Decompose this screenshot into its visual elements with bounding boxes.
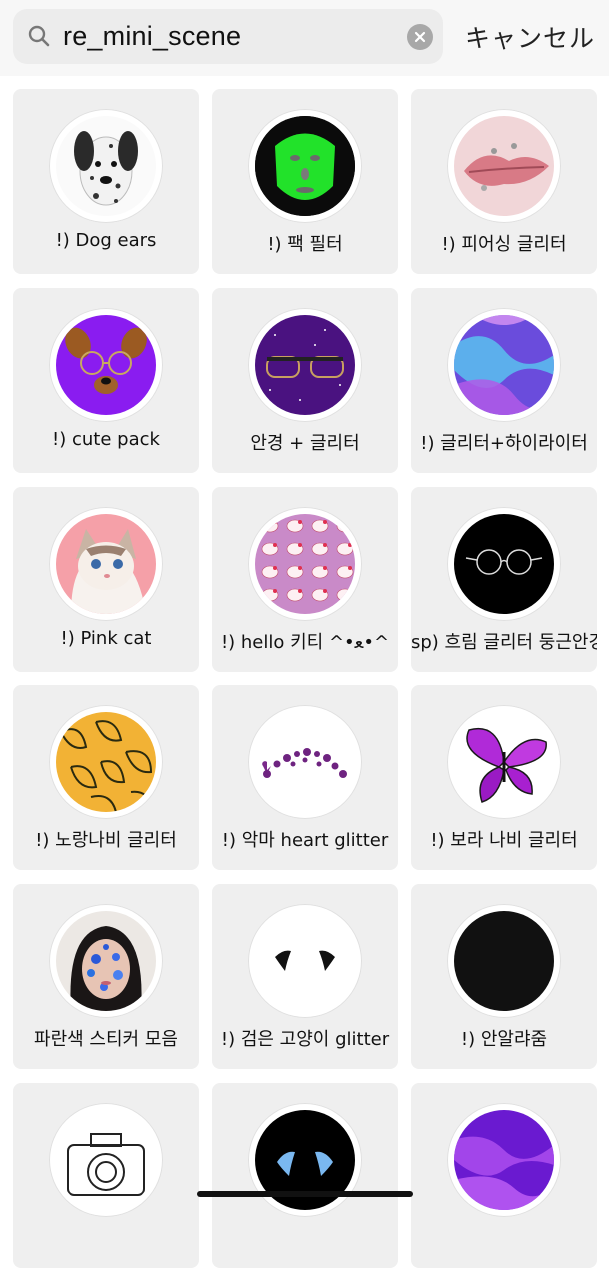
filter-label: !) 악마 heart glitter — [221, 830, 389, 851]
purple-liquid-icon — [454, 1110, 554, 1210]
filter-thumbnail — [447, 109, 561, 223]
filter-card[interactable]: !) 글리터+하이라이터 — [411, 288, 597, 473]
filter-thumbnail — [49, 308, 163, 422]
filter-label: !) 보라 나비 글리터 — [430, 830, 578, 851]
pink-cat-icon — [56, 514, 156, 614]
filter-card[interactable]: !) Pink cat — [13, 487, 199, 672]
heart-crown-icon — [255, 712, 355, 812]
filter-card[interactable]: 안경 + 글리터 — [212, 288, 398, 473]
yellow-butterfly-pattern-icon — [56, 712, 156, 812]
black-cat-ears-icon — [255, 911, 355, 1011]
hello-kitty-pattern-icon — [255, 514, 355, 614]
filter-card[interactable]: !) Dog ears — [13, 89, 199, 274]
filter-card[interactable]: 파란색 스티커 모음 — [13, 884, 199, 1069]
filter-card[interactable]: !) 피어싱 글리터 — [411, 89, 597, 274]
black-circle-icon — [454, 911, 554, 1011]
search-input[interactable]: re_mini_scene — [63, 21, 241, 52]
filter-thumbnail — [248, 109, 362, 223]
green-face-mask-icon — [255, 116, 355, 216]
filter-thumbnail — [248, 308, 362, 422]
filter-label: !) 글리터+하이라이터 — [420, 433, 588, 454]
filter-label: 파란색 스티커 모음 — [34, 1029, 178, 1050]
holographic-swirl-icon — [454, 315, 554, 415]
filter-card[interactable]: !) cute pack — [13, 288, 199, 473]
filter-label: !) 노랑나비 글리터 — [35, 830, 177, 851]
filter-thumbnail — [49, 507, 163, 621]
filter-label: !) 검은 고양이 glitter — [220, 1029, 390, 1050]
filter-label: 안경 + 글리터 — [250, 433, 360, 454]
filter-card[interactable]: !) 검은 고양이 glitter — [212, 884, 398, 1069]
filter-card[interactable] — [13, 1083, 199, 1268]
results-grid: !) Dog ears !) 팩 필터 !) 피어싱 글리터 !) cute p… — [0, 0, 609, 1268]
filter-card[interactable]: !) 노랑나비 글리터 — [13, 685, 199, 870]
filter-card[interactable]: !) 악마 heart glitter — [212, 685, 398, 870]
filter-thumbnail — [447, 705, 561, 819]
filter-thumbnail — [447, 904, 561, 1018]
clear-search-button[interactable] — [407, 24, 433, 50]
glasses-glitter-icon — [255, 315, 355, 415]
filter-card[interactable] — [411, 1083, 597, 1268]
filter-label: !) 안알랴줌 — [460, 1029, 548, 1050]
pierced-lips-icon — [454, 116, 554, 216]
home-indicator[interactable] — [197, 1191, 413, 1197]
filter-card[interactable]: !) hello 키티 ^•ﻌ•^ — [212, 487, 398, 672]
filter-label: !) 피어싱 글리터 — [441, 234, 567, 255]
camera-sketch-icon — [56, 1110, 156, 1210]
dalmatian-dog-icon — [56, 116, 156, 216]
filter-thumbnail — [447, 507, 561, 621]
cancel-button[interactable]: キャンセル — [465, 19, 595, 55]
filter-card[interactable]: !) 안알랴줌 — [411, 884, 597, 1069]
filter-label: sp) 흐림 글리터 둥근안경 — [411, 632, 597, 653]
filter-card[interactable]: !) 팩 필터 — [212, 89, 398, 274]
filter-thumbnail — [447, 308, 561, 422]
blue-sticker-face-icon — [56, 911, 156, 1011]
search-icon — [28, 25, 50, 47]
filter-label: !) hello 키티 ^•ﻌ•^ — [220, 632, 390, 653]
filter-label: !) cute pack — [52, 429, 160, 450]
filter-thumbnail — [248, 507, 362, 621]
close-icon — [414, 31, 426, 43]
filter-thumbnail — [49, 904, 163, 1018]
search-header: re_mini_scene キャンセル — [0, 0, 609, 76]
filter-thumbnail — [49, 705, 163, 819]
filter-thumbnail — [248, 705, 362, 819]
dog-filter-glasses-icon — [56, 315, 156, 415]
filter-label: !) 팩 필터 — [267, 234, 343, 255]
purple-butterfly-icon — [454, 712, 554, 812]
filter-card[interactable] — [212, 1083, 398, 1268]
filter-thumbnail — [49, 109, 163, 223]
filter-card[interactable]: !) 보라 나비 글리터 — [411, 685, 597, 870]
filter-thumbnail — [248, 904, 362, 1018]
filter-label: !) Dog ears — [55, 230, 157, 251]
round-glasses-icon — [454, 514, 554, 614]
filter-card[interactable]: sp) 흐림 글리터 둥근안경 — [411, 487, 597, 672]
search-field[interactable]: re_mini_scene — [13, 9, 443, 64]
filter-label: !) Pink cat — [60, 628, 152, 649]
